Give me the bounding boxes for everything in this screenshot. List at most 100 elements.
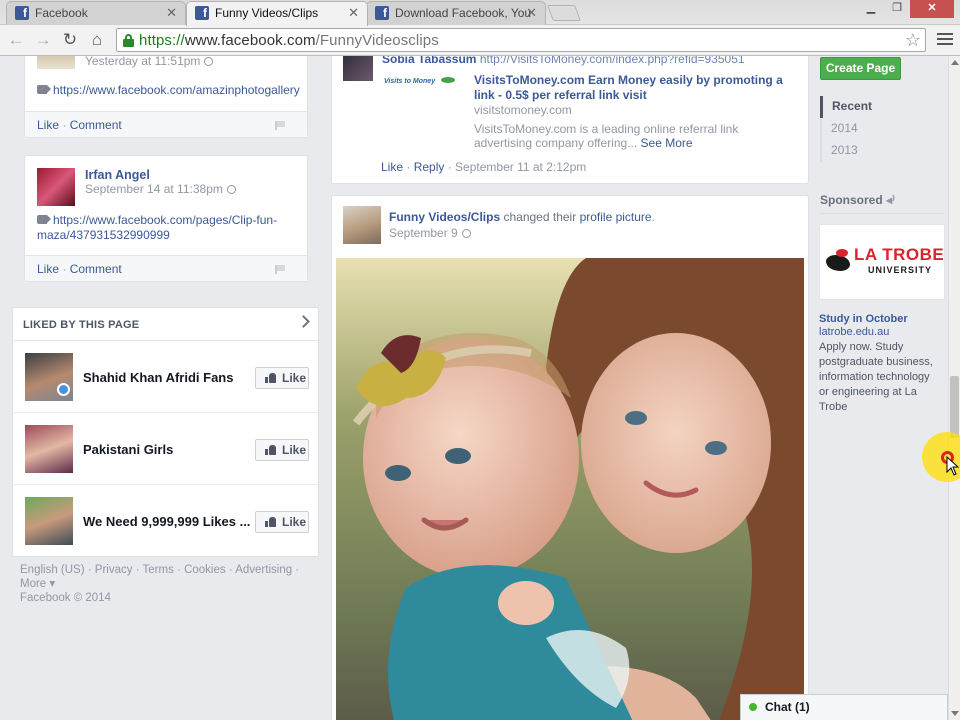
ad-image[interactable]: LA TROBE UNIVERSITY bbox=[819, 224, 945, 300]
scroll-up-icon[interactable] bbox=[951, 60, 959, 65]
restore-icon[interactable]: ❐ bbox=[884, 0, 910, 18]
tab-close-icon[interactable]: ✕ bbox=[348, 5, 359, 21]
year-link-2013[interactable]: 2013 bbox=[820, 140, 920, 162]
liked-page-item: Shahid Khan Afridi Fans Like bbox=[13, 341, 318, 413]
post-time[interactable]: September 9 bbox=[389, 226, 471, 240]
avatar[interactable] bbox=[37, 56, 75, 69]
back-icon[interactable]: ← bbox=[5, 30, 27, 52]
post-link[interactable]: https://www.facebook.com/amazinphotogall… bbox=[53, 83, 300, 97]
sponsored-heading: Sponsored ◂⁾ bbox=[820, 193, 944, 214]
ad-logo-subtext: UNIVERSITY bbox=[868, 265, 933, 275]
ad-title[interactable]: Study in October bbox=[819, 313, 908, 325]
like-link[interactable]: Like bbox=[37, 262, 59, 276]
footer-link-advertising[interactable]: Advertising bbox=[235, 564, 292, 576]
ad-url[interactable]: latrobe.edu.au bbox=[819, 326, 889, 338]
post-link[interactable]: https://www.facebook.com/pages/Clip-fun-… bbox=[37, 213, 277, 243]
comment-time[interactable]: September 11 at 2:12pm bbox=[455, 160, 586, 174]
megaphone-icon: ◂⁾ bbox=[886, 193, 895, 207]
address-bar[interactable]: https://www.facebook.com/FunnyVideosclip… bbox=[116, 28, 926, 52]
preview-description: VisitsToMoney.com is a leading online re… bbox=[474, 122, 739, 150]
ad-logo-text: LA TROBE bbox=[854, 245, 945, 264]
chevron-right-icon[interactable] bbox=[297, 315, 310, 328]
footer-link-privacy[interactable]: Privacy bbox=[95, 564, 133, 576]
globe-icon bbox=[461, 229, 471, 238]
facebook-page: Yesterday at 11:51pm https://www.faceboo… bbox=[0, 56, 948, 720]
flag-icon[interactable] bbox=[275, 121, 285, 130]
like-page-button[interactable]: Like bbox=[255, 439, 309, 461]
footer-link-terms[interactable]: Terms bbox=[143, 564, 174, 576]
footer-link-language[interactable]: English (US) bbox=[20, 564, 85, 576]
post-actions: Like · Comment bbox=[25, 255, 307, 281]
liked-page-name[interactable]: Pakistani Girls bbox=[83, 442, 173, 457]
preview-title[interactable]: VisitsToMoney.com Earn Money easily by p… bbox=[474, 73, 800, 103]
footer-link-more[interactable]: More bbox=[20, 578, 46, 590]
see-more-link[interactable]: See More bbox=[641, 136, 693, 150]
caret-down-icon: ▾ bbox=[46, 578, 56, 590]
preview-domain: visitstomoney.com bbox=[474, 103, 572, 117]
post-actions: Like · Comment bbox=[25, 111, 307, 137]
tab-title: Funny Videos/Clips bbox=[215, 6, 319, 20]
like-page-button[interactable]: Like bbox=[255, 511, 309, 533]
tab-download-facebook[interactable]: f Download Facebook, You ✕ bbox=[366, 1, 546, 25]
chat-bar[interactable]: Chat (1) bbox=[740, 694, 948, 720]
profile-picture-link[interactable]: profile picture bbox=[580, 210, 652, 224]
tab-close-icon[interactable]: ✕ bbox=[166, 5, 177, 21]
tab-close-icon[interactable]: ✕ bbox=[526, 5, 537, 21]
comment-author[interactable]: Sobia Tabassum bbox=[382, 56, 476, 66]
forward-icon[interactable]: → bbox=[32, 30, 54, 52]
post-author[interactable]: Funny Videos/Clips bbox=[389, 210, 500, 224]
post-author[interactable]: Irfan Angel bbox=[85, 168, 150, 182]
avatar[interactable] bbox=[343, 56, 373, 81]
star-icon[interactable]: ☆ bbox=[905, 30, 921, 51]
avatar[interactable] bbox=[37, 168, 75, 206]
avatar[interactable] bbox=[343, 206, 381, 244]
comment-link[interactable]: Comment bbox=[70, 118, 122, 132]
scroll-down-icon[interactable] bbox=[951, 711, 959, 716]
flag-icon[interactable] bbox=[275, 265, 285, 274]
page-footer: English (US) · Privacy · Terms · Cookies… bbox=[20, 563, 310, 605]
thumbs-up-icon bbox=[265, 445, 276, 455]
chat-label: Chat (1) bbox=[765, 700, 810, 714]
facebook-favicon-icon: f bbox=[375, 6, 389, 20]
year-link-2014[interactable]: 2014 bbox=[820, 118, 920, 140]
comment-url[interactable]: http://VisitsToMoney.com/index.php?refid… bbox=[480, 56, 745, 66]
new-tab-button[interactable] bbox=[547, 5, 581, 21]
footer-link-cookies[interactable]: Cookies bbox=[184, 564, 226, 576]
timeline-years-nav: Recent 2014 2013 bbox=[820, 96, 920, 162]
thumbs-up-icon bbox=[265, 373, 276, 383]
reply-link[interactable]: Reply bbox=[414, 160, 445, 174]
create-page-button[interactable]: Create Page bbox=[820, 57, 901, 80]
preview-logo[interactable]: Visits to Money bbox=[384, 77, 464, 89]
post-time[interactable]: September 14 at 11:38pm bbox=[85, 182, 236, 196]
page-thumbnail[interactable] bbox=[25, 353, 73, 401]
browser-chrome: f Facebook ✕ f Funny Videos/Clips ✕ f Do… bbox=[0, 0, 960, 56]
comment-link[interactable]: Comment bbox=[70, 262, 122, 276]
liked-page-name[interactable]: Shahid Khan Afridi Fans bbox=[83, 370, 233, 385]
mouse-pointer-icon bbox=[946, 456, 960, 476]
window-close-icon[interactable]: ✕ bbox=[910, 0, 954, 18]
post-time[interactable]: Yesterday at 11:51pm bbox=[85, 56, 214, 68]
page-thumbnail[interactable] bbox=[25, 425, 73, 473]
year-link-recent[interactable]: Recent bbox=[820, 96, 920, 118]
home-icon[interactable]: ⌂ bbox=[86, 30, 108, 52]
like-page-button[interactable]: Like bbox=[255, 367, 309, 389]
lock-icon bbox=[123, 34, 134, 47]
minimize-icon[interactable]: ▁ bbox=[858, 0, 884, 18]
url-text: https://www.facebook.com/FunnyVideosclip… bbox=[139, 32, 439, 49]
tab-funny-videos[interactable]: f Funny Videos/Clips ✕ bbox=[186, 1, 368, 26]
link-tag-icon bbox=[37, 85, 51, 94]
liked-heading: LIKED BY THIS PAGE bbox=[13, 308, 318, 341]
tab-facebook[interactable]: f Facebook ✕ bbox=[6, 1, 186, 25]
liked-page-name[interactable]: We Need 9,999,999 Likes ... bbox=[83, 514, 250, 529]
page-thumbnail[interactable] bbox=[25, 497, 73, 545]
tab-title: Facebook bbox=[35, 6, 88, 20]
page-scrollbar[interactable] bbox=[948, 56, 960, 720]
profile-photo[interactable] bbox=[336, 258, 804, 720]
chat-online-icon bbox=[749, 703, 757, 711]
menu-icon[interactable] bbox=[937, 30, 953, 48]
like-link[interactable]: Like bbox=[37, 118, 59, 132]
liked-page-item: We Need 9,999,999 Likes ... Like bbox=[13, 485, 318, 557]
like-link[interactable]: Like bbox=[381, 160, 403, 174]
scroll-thumb[interactable] bbox=[950, 376, 959, 438]
reload-icon[interactable]: ↻ bbox=[59, 30, 81, 52]
